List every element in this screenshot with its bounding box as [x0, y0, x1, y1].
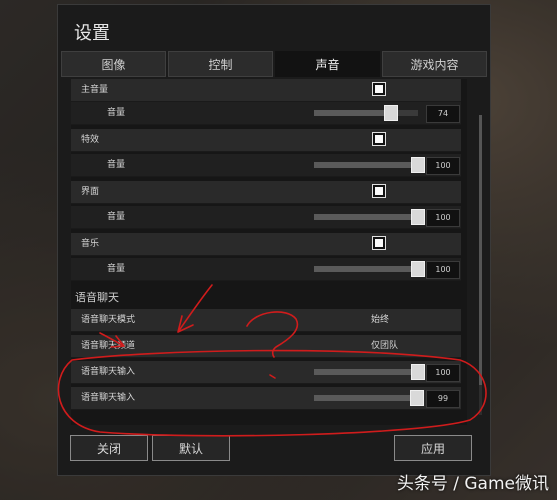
voice-chat-input-row: 语音聊天输入 100 [71, 361, 461, 384]
voice-chat-input-slider[interactable] [314, 364, 425, 380]
group-label: 音乐 [81, 239, 100, 249]
voice-chat-mode-value[interactable]: 始终 [371, 309, 389, 331]
voice-chat-input-label: 语音聊天输入 [81, 367, 136, 377]
watermark-text: 头条号 / Game微讯 [396, 474, 549, 494]
music-volume-slider[interactable] [314, 261, 425, 277]
voice-chat-input-value[interactable]: 99 [426, 390, 460, 408]
slider-handle[interactable] [411, 209, 425, 225]
audio-settings-panel: 主音量 音量 74 特效 音量 100 界面 音量 100 音乐 音量 100 … [71, 79, 467, 425]
volume-label: 音量 [107, 264, 126, 274]
slider-handle[interactable] [409, 390, 424, 406]
apply-button[interactable]: 应用 [394, 435, 472, 461]
volume-label: 音量 [107, 160, 126, 170]
music-volume-value[interactable]: 100 [426, 261, 460, 279]
effects-volume-row: 音量 100 [71, 154, 461, 177]
voice-chat-channel-label: 语音聊天频道 [81, 341, 136, 351]
voice-chat-input-label: 语音聊天输入 [81, 393, 136, 403]
interface-volume-row: 音量 100 [71, 206, 461, 229]
effects-enable-checkbox[interactable] [372, 132, 386, 146]
group-label: 界面 [81, 187, 100, 197]
slider-handle[interactable] [411, 157, 425, 173]
voice-chat-input-row: 语音聊天输入 99 [71, 387, 461, 410]
voice-chat-channel-row[interactable]: 语音聊天频道 仅团队 [71, 335, 461, 358]
interface-enable-checkbox[interactable] [372, 184, 386, 198]
group-label: 主音量 [81, 85, 109, 95]
interface-volume-value[interactable]: 100 [426, 209, 460, 227]
interface-volume-slider[interactable] [314, 209, 425, 225]
music-enable-checkbox[interactable] [372, 236, 386, 250]
tab-audio[interactable]: 声音 [275, 51, 380, 77]
voice-chat-mode-label: 语音聊天模式 [81, 315, 136, 325]
settings-tabs: 图像 控制 声音 游戏内容 [61, 51, 487, 77]
master-enable-checkbox[interactable] [372, 82, 386, 96]
tab-controls[interactable]: 控制 [168, 51, 273, 77]
tab-gameplay[interactable]: 游戏内容 [382, 51, 487, 77]
slider-handle[interactable] [383, 105, 398, 121]
voice-chat-section-title: 语音聊天 [75, 291, 119, 304]
group-label: 特效 [81, 135, 100, 145]
effects-header: 特效 [71, 129, 461, 152]
close-button[interactable]: 关闭 [70, 435, 148, 461]
voice-chat-input-value[interactable]: 100 [426, 364, 460, 382]
music-header: 音乐 [71, 233, 461, 256]
volume-label: 音量 [107, 108, 126, 118]
dialog-title: 设置 [74, 23, 110, 44]
master-volume-header: 主音量 [71, 79, 461, 102]
interface-header: 界面 [71, 181, 461, 204]
master-volume-slider[interactable] [314, 105, 418, 121]
settings-dialog: 设置 图像 控制 声音 游戏内容 主音量 音量 74 特效 音量 100 界面 … [57, 4, 491, 476]
volume-label: 音量 [107, 212, 126, 222]
effects-volume-slider[interactable] [314, 157, 425, 173]
effects-volume-value[interactable]: 100 [426, 157, 460, 175]
voice-chat-channel-value[interactable]: 仅团队 [371, 335, 398, 357]
master-volume-row: 音量 74 [71, 102, 461, 125]
tab-graphics[interactable]: 图像 [61, 51, 166, 77]
scrollbar-thumb[interactable] [479, 115, 482, 385]
music-volume-row: 音量 100 [71, 258, 461, 281]
default-button[interactable]: 默认 [152, 435, 230, 461]
slider-handle[interactable] [411, 261, 425, 277]
voice-chat-input-slider[interactable] [314, 390, 424, 406]
settings-scrollbar[interactable] [479, 115, 482, 415]
voice-chat-mode-row[interactable]: 语音聊天模式 始终 [71, 309, 461, 332]
slider-handle[interactable] [411, 364, 425, 380]
master-volume-value[interactable]: 74 [426, 105, 460, 123]
